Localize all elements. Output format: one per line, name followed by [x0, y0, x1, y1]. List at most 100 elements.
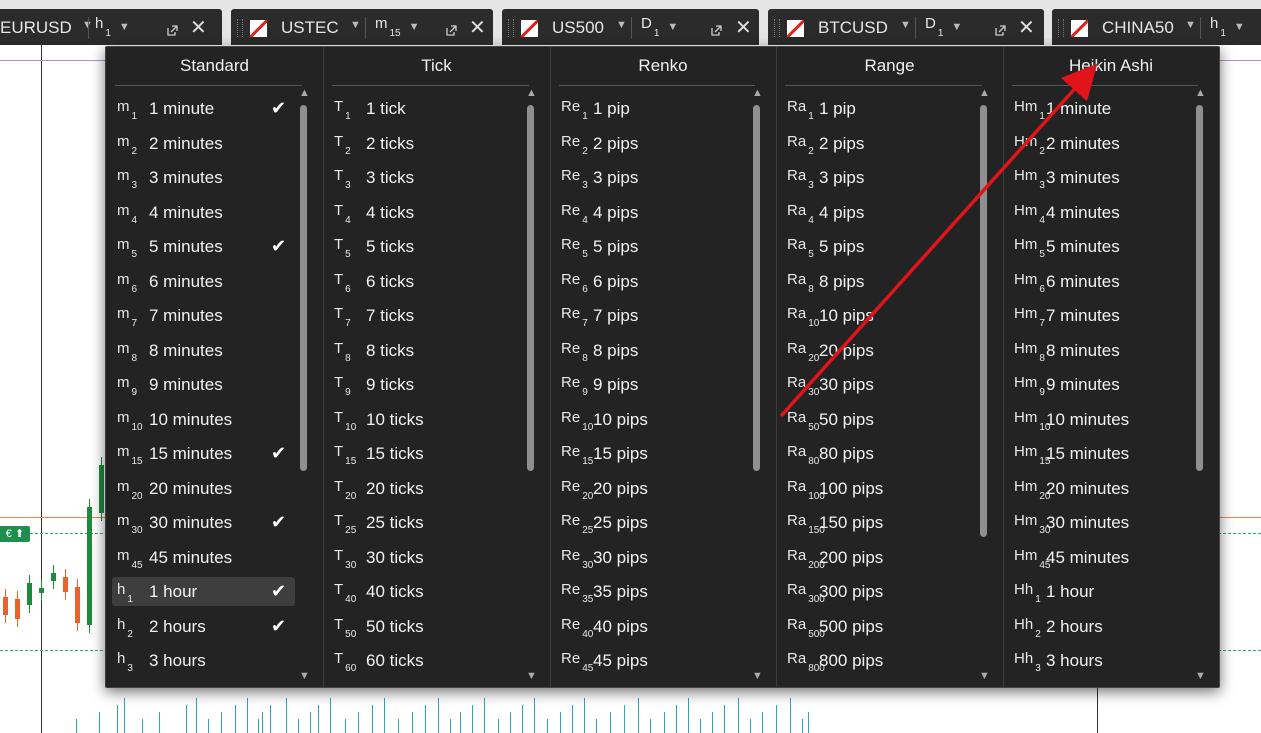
scroll-down-icon[interactable]: ▼	[979, 670, 990, 682]
timeframe-option[interactable]: Re5 5 pips	[556, 232, 748, 261]
timeframe-option[interactable]: Hh2 2 hours	[1009, 612, 1191, 641]
timeframe-option[interactable]: Re3 3 pips	[556, 163, 748, 192]
close-tab-icon[interactable]: ✕	[735, 15, 752, 40]
tab-timeframe-button[interactable]: m15 ▼	[375, 15, 420, 39]
timeframe-option[interactable]: Ra20 20 pips	[782, 336, 975, 365]
favorite-checkmark-icon[interactable]: ✔	[271, 98, 286, 119]
drag-handle-icon[interactable]	[237, 19, 243, 37]
timeframe-option[interactable]: Hm20 20 minutes	[1009, 474, 1191, 503]
timeframe-option[interactable]: m5 5 minutes ✔	[112, 232, 295, 261]
timeframe-option[interactable]: Hm4 4 minutes	[1009, 198, 1191, 227]
timeframe-option[interactable]: Hm1 1 minute	[1009, 94, 1191, 123]
timeframe-option[interactable]: Ra800 800 pips	[782, 646, 975, 675]
symbol-dropdown-icon[interactable]: ▼	[616, 19, 627, 31]
scrollbar-thumb[interactable]	[753, 105, 760, 471]
timeframe-option[interactable]: Re30 30 pips	[556, 543, 748, 572]
scrollbar-thumb[interactable]	[980, 105, 987, 537]
timeframe-option[interactable]: m20 20 minutes	[112, 474, 295, 503]
timeframe-option[interactable]: Ra500 500 pips	[782, 612, 975, 641]
favorite-checkmark-icon[interactable]: ✔	[271, 236, 286, 257]
timeframe-option[interactable]: Ra300 300 pips	[782, 577, 975, 606]
timeframe-dropdown-icon[interactable]: ▼	[1234, 21, 1245, 33]
timeframe-option[interactable]: m45 45 minutes	[112, 543, 295, 572]
timeframe-option[interactable]: Ra4 4 pips	[782, 198, 975, 227]
close-tab-icon[interactable]: ✕	[190, 15, 207, 40]
scroll-up-icon[interactable]: ▲	[526, 87, 537, 99]
symbol-dropdown-icon[interactable]: ▼	[350, 19, 361, 31]
timeframe-option[interactable]: h1 1 hour ✔	[112, 577, 295, 606]
tab-timeframe-button[interactable]: D1 ▼	[925, 15, 962, 39]
favorite-checkmark-icon[interactable]: ✔	[271, 581, 286, 602]
timeframe-option[interactable]: Re7 7 pips	[556, 301, 748, 330]
timeframe-option[interactable]: Ra1 1 pip	[782, 94, 975, 123]
tab-timeframe-button[interactable]: h1 ▼	[1210, 15, 1245, 39]
timeframe-option[interactable]: m10 10 minutes	[112, 405, 295, 434]
tab-timeframe-button[interactable]: h1 ▼	[95, 15, 130, 39]
timeframe-dropdown-icon[interactable]: ▼	[951, 21, 962, 33]
favorite-checkmark-icon[interactable]: ✔	[271, 512, 286, 533]
scroll-down-icon[interactable]: ▼	[299, 670, 310, 682]
timeframe-option[interactable]: Hm15 15 minutes	[1009, 439, 1191, 468]
symbol-tab-us500[interactable]: US500 ▼ D1 ▼ ✕	[502, 9, 759, 45]
timeframe-option[interactable]: Hm6 6 minutes	[1009, 267, 1191, 296]
timeframe-option[interactable]: T9 9 ticks	[329, 370, 522, 399]
timeframe-option[interactable]: Ra100 100 pips	[782, 474, 975, 503]
scroll-up-icon[interactable]: ▲	[752, 87, 763, 99]
symbol-tab-ustec[interactable]: USTEC ▼ m15 ▼ ✕	[231, 9, 493, 45]
timeframe-option[interactable]: T60 60 ticks	[329, 646, 522, 675]
timeframe-option[interactable]: T50 50 ticks	[329, 612, 522, 641]
timeframe-option[interactable]: Ra2 2 pips	[782, 129, 975, 158]
popout-icon[interactable]	[167, 21, 178, 36]
timeframe-option[interactable]: Ra8 8 pips	[782, 267, 975, 296]
timeframe-option[interactable]: T5 5 ticks	[329, 232, 522, 261]
timeframe-dropdown-icon[interactable]: ▼	[667, 21, 678, 33]
timeframe-option[interactable]: m15 15 minutes ✔	[112, 439, 295, 468]
timeframe-option[interactable]: Hm3 3 minutes	[1009, 163, 1191, 192]
timeframe-option[interactable]: Ra80 80 pips	[782, 439, 975, 468]
drag-handle-icon[interactable]	[774, 19, 780, 37]
timeframe-option[interactable]: T40 40 ticks	[329, 577, 522, 606]
timeframe-option[interactable]: Ra50 50 pips	[782, 405, 975, 434]
timeframe-option[interactable]: Hm45 45 minutes	[1009, 543, 1191, 572]
timeframe-option[interactable]: Hm5 5 minutes	[1009, 232, 1191, 261]
scroll-down-icon[interactable]: ▼	[1195, 670, 1206, 682]
timeframe-option[interactable]: m1 1 minute ✔	[112, 94, 295, 123]
timeframe-option[interactable]: T25 25 ticks	[329, 508, 522, 537]
scroll-down-icon[interactable]: ▼	[526, 670, 537, 682]
symbol-tab-eurusd[interactable]: EURUSD ▼h1 ▼ ✕	[0, 9, 222, 45]
timeframe-option[interactable]: Re4 4 pips	[556, 198, 748, 227]
timeframe-dropdown-icon[interactable]: ▼	[409, 21, 420, 33]
timeframe-option[interactable]: Hm9 9 minutes	[1009, 370, 1191, 399]
timeframe-option[interactable]: Ra5 5 pips	[782, 232, 975, 261]
timeframe-option[interactable]: Re15 15 pips	[556, 439, 748, 468]
timeframe-option[interactable]: Ra3 3 pips	[782, 163, 975, 192]
timeframe-option[interactable]: Re1 1 pip	[556, 94, 748, 123]
timeframe-option[interactable]: T3 3 ticks	[329, 163, 522, 192]
timeframe-option[interactable]: Re2 2 pips	[556, 129, 748, 158]
drag-handle-icon[interactable]	[1058, 19, 1064, 37]
favorite-checkmark-icon[interactable]: ✔	[271, 616, 286, 637]
timeframe-option[interactable]: Ra10 10 pips	[782, 301, 975, 330]
timeframe-option[interactable]: Re40 40 pips	[556, 612, 748, 641]
symbol-dropdown-icon[interactable]: ▼	[900, 19, 911, 31]
popout-icon[interactable]	[446, 21, 457, 36]
timeframe-option[interactable]: Re45 45 pips	[556, 646, 748, 675]
drag-handle-icon[interactable]	[508, 19, 514, 37]
timeframe-option[interactable]: m9 9 minutes	[112, 370, 295, 399]
timeframe-dropdown-icon[interactable]: ▼	[119, 21, 130, 33]
timeframe-option[interactable]: m7 7 minutes	[112, 301, 295, 330]
timeframe-option[interactable]: Hm30 30 minutes	[1009, 508, 1191, 537]
close-tab-icon[interactable]: ✕	[469, 15, 486, 40]
scroll-up-icon[interactable]: ▲	[1195, 87, 1206, 99]
timeframe-option[interactable]: Hm2 2 minutes	[1009, 129, 1191, 158]
tab-symbol-label[interactable]: US500	[552, 18, 604, 38]
timeframe-option[interactable]: Re25 25 pips	[556, 508, 748, 537]
timeframe-option[interactable]: T10 10 ticks	[329, 405, 522, 434]
timeframe-option[interactable]: Ra30 30 pips	[782, 370, 975, 399]
timeframe-option[interactable]: T20 20 ticks	[329, 474, 522, 503]
timeframe-option[interactable]: Re20 20 pips	[556, 474, 748, 503]
symbol-tab-btcusd[interactable]: BTCUSD ▼ D1 ▼ ✕	[768, 9, 1044, 45]
timeframe-option[interactable]: m6 6 minutes	[112, 267, 295, 296]
scrollbar-thumb[interactable]	[1196, 105, 1203, 471]
timeframe-option[interactable]: Ra150 150 pips	[782, 508, 975, 537]
